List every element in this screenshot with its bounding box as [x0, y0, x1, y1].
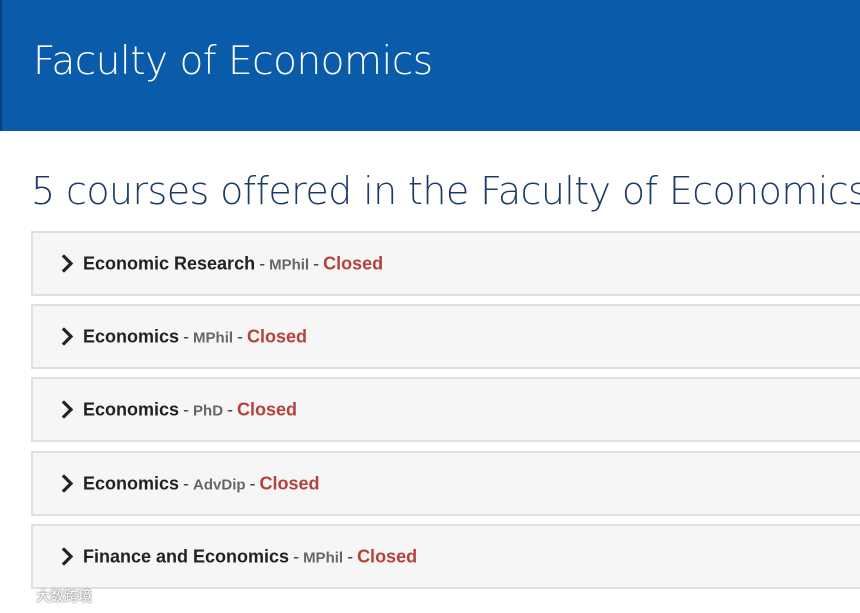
separator: -: [183, 326, 190, 346]
chevron-right-icon: [61, 327, 74, 346]
course-toggle[interactable]: Economics - AdvDip - Closed: [61, 473, 320, 494]
course-type: MPhil: [193, 329, 234, 346]
course-item-economic-research-mphil[interactable]: Economic Research - MPhil - Closed: [31, 231, 860, 296]
separator: -: [347, 546, 354, 566]
course-status: Closed: [247, 326, 308, 346]
course-toggle[interactable]: Economics - PhD - Closed: [61, 399, 297, 420]
separator: -: [183, 399, 190, 419]
course-toggle[interactable]: Finance and Economics - MPhil - Closed: [61, 546, 417, 567]
course-status: Closed: [259, 473, 320, 493]
watermark-text: 大数跨境: [36, 588, 92, 604]
course-toggle[interactable]: Economics - MPhil - Closed: [61, 326, 307, 347]
course-status: Closed: [323, 253, 384, 273]
course-name: Finance and Economics: [83, 546, 290, 566]
course-toggle[interactable]: Economic Research - MPhil - Closed: [61, 253, 383, 274]
page-header: Faculty of Economics: [0, 0, 860, 131]
separator: -: [227, 399, 234, 419]
course-item-finance-and-economics-mphil[interactable]: Finance and Economics - MPhil - Closed: [31, 524, 860, 589]
course-name: Economics: [83, 473, 180, 493]
course-item-economics-phd[interactable]: Economics - PhD - Closed: [31, 377, 860, 442]
separator: -: [313, 253, 320, 273]
chevron-right-icon: [61, 547, 74, 566]
chevron-right-icon: [61, 254, 74, 273]
course-name: Economics: [83, 326, 180, 346]
course-name: Economics: [83, 399, 180, 419]
chevron-right-icon: [61, 474, 74, 493]
separator: -: [183, 473, 190, 493]
chevron-right-icon: [61, 400, 74, 419]
course-item-economics-mphil[interactable]: Economics - MPhil - Closed: [31, 304, 860, 369]
separator: -: [237, 326, 244, 346]
course-type: MPhil: [303, 549, 344, 566]
separator: -: [259, 253, 266, 273]
courses-heading: 5 courses offered in the Faculty of Econ…: [31, 169, 860, 213]
faculty-title: Faculty of Economics: [33, 39, 433, 84]
course-type: MPhil: [269, 256, 310, 273]
course-type: PhD: [193, 402, 224, 419]
course-item-economics-advdip[interactable]: Economics - AdvDip - Closed: [31, 451, 860, 516]
separator: -: [249, 473, 256, 493]
watermark: 大数跨境: [6, 586, 92, 606]
course-type: AdvDip: [193, 476, 246, 493]
course-status: Closed: [237, 399, 298, 419]
separator: -: [293, 546, 300, 566]
course-status: Closed: [357, 546, 418, 566]
watermark-logo-icon: [6, 590, 31, 602]
course-name: Economic Research: [83, 253, 256, 273]
